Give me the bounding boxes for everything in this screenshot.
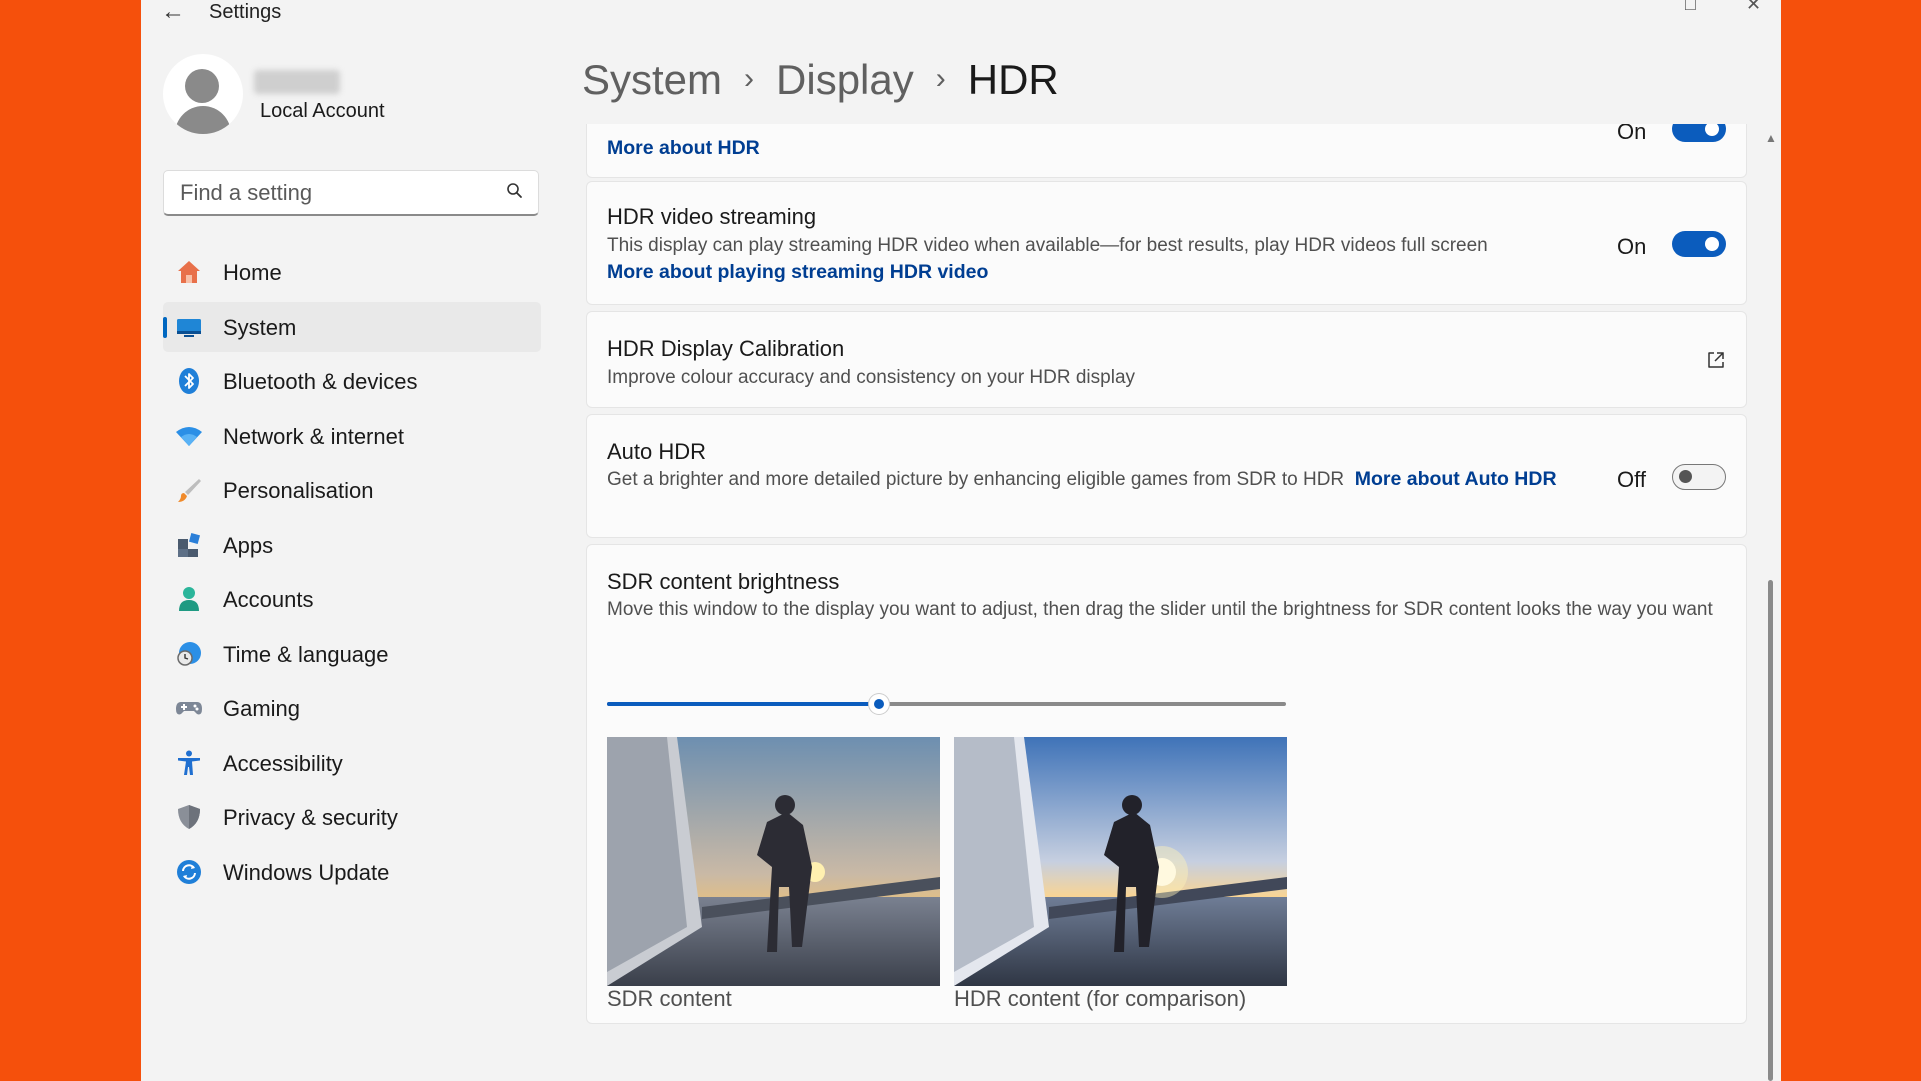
search-box[interactable] — [163, 170, 539, 216]
hdr-video-streaming-card: HDR video streaming This display can pla… — [586, 181, 1747, 305]
title-bar: ← Settings □ ✕ — [141, 0, 1781, 28]
sidebar-item-windows-update[interactable]: Windows Update — [163, 847, 541, 897]
sidebar-item-label: Privacy & security — [223, 805, 398, 830]
scroll-up-icon[interactable]: ▲ — [1765, 131, 1777, 145]
sidebar-item-label: Personalisation — [223, 478, 374, 503]
breadcrumb-display[interactable]: Display — [776, 56, 914, 103]
card-description-wrap: Get a brighter and more detailed picture… — [607, 466, 1607, 493]
sdr-preview-image — [607, 737, 940, 986]
card-description: Improve colour accuracy and consistency … — [607, 367, 1136, 388]
hdr-preview-caption: HDR content (for comparison) — [954, 986, 1247, 1011]
wifi-icon — [176, 426, 202, 446]
card-title: Auto HDR — [607, 439, 707, 464]
sidebar-item-label: Windows Update — [223, 859, 390, 885]
use-hdr-toggle-state: On — [1617, 124, 1647, 144]
sdr-brightness-card: SDR content brightness Move this window … — [586, 544, 1747, 1024]
update-icon — [177, 859, 201, 884]
hdr-video-streaming-toggle[interactable] — [1672, 231, 1726, 257]
content-area: More about HDR On HDR video streaming Th… — [586, 124, 1747, 1081]
apps-icon — [178, 532, 201, 557]
use-hdr-toggle[interactable] — [1672, 124, 1726, 142]
sidebar-item-system[interactable]: System — [163, 301, 541, 352]
sidebar-item-accessibility[interactable]: Accessibility — [163, 738, 541, 788]
chevron-right-icon: › — [744, 62, 755, 95]
clock-globe-icon — [177, 641, 201, 666]
card-title: SDR content brightness — [607, 569, 840, 594]
sidebar-item-label: Apps — [223, 532, 274, 558]
sidebar-item-label: Accessibility — [223, 750, 343, 776]
hdr-calibration-card[interactable]: HDR Display Calibration Improve colour a… — [586, 311, 1747, 408]
streaming-toggle-state: On — [1617, 234, 1647, 259]
sidebar-item-label: Bluetooth & devices — [223, 369, 418, 394]
card-description: This display can play streaming HDR vide… — [607, 235, 1488, 256]
more-about-auto-hdr-link[interactable]: More about Auto HDR — [1355, 468, 1557, 490]
sidebar-item-personalisation[interactable]: Personalisation — [163, 465, 541, 515]
card-title: HDR video streaming — [607, 204, 817, 229]
auto-hdr-toggle-state: Off — [1617, 467, 1646, 492]
sidebar-item-label: Network & internet — [223, 423, 404, 449]
more-about-streaming-hdr-link[interactable]: More about playing streaming HDR video — [607, 261, 988, 284]
sidebar-item-accounts[interactable]: Accounts — [163, 574, 541, 624]
auto-hdr-card: Auto HDR Get a brighter and more detaile… — [586, 414, 1747, 538]
close-icon[interactable]: ✕ — [1746, 0, 1761, 15]
person-icon — [179, 587, 199, 611]
sidebar-nav: Home System Bluetooth & devices Network … — [163, 247, 541, 901]
app-title: Settings — [209, 1, 282, 23]
auto-hdr-toggle[interactable] — [1672, 464, 1726, 490]
slider-fill — [607, 702, 879, 706]
breadcrumb-system[interactable]: System — [582, 56, 722, 103]
bluetooth-icon — [179, 368, 199, 394]
breadcrumb: System › Display › HDR — [582, 56, 1059, 104]
system-icon — [177, 318, 201, 337]
more-about-hdr-link[interactable]: More about HDR — [607, 137, 760, 160]
sdr-brightness-slider[interactable] — [607, 694, 1286, 714]
chevron-right-icon: › — [935, 62, 946, 95]
sidebar-item-label: Gaming — [223, 696, 301, 721]
sidebar-item-gaming[interactable]: Gaming — [163, 683, 541, 733]
sidebar-item-label: Time & language — [223, 641, 389, 667]
sidebar-item-time-language[interactable]: Time & language — [163, 629, 541, 679]
brush-icon — [178, 479, 201, 502]
sdr-preview-caption: SDR content — [607, 986, 732, 1011]
sidebar-item-network[interactable]: Network & internet — [163, 411, 541, 461]
sidebar-item-apps[interactable]: Apps — [163, 520, 541, 570]
sidebar-item-home[interactable]: Home — [163, 247, 541, 297]
home-icon — [178, 261, 200, 283]
external-link-icon[interactable] — [1706, 350, 1726, 370]
scrollbar-thumb[interactable] — [1768, 580, 1773, 1081]
profile-name — [254, 70, 340, 94]
card-description: Move this window to the display you want… — [607, 599, 1713, 620]
use-hdr-card: More about HDR On — [586, 124, 1747, 178]
sidebar-item-label: Accounts — [223, 587, 314, 612]
settings-window: ← Settings □ ✕ Local Account Home — [141, 0, 1781, 1081]
avatar[interactable] — [163, 54, 243, 134]
slider-thumb[interactable] — [868, 694, 889, 714]
accessibility-icon — [178, 750, 200, 775]
sidebar-item-privacy-security[interactable]: Privacy & security — [163, 792, 541, 842]
card-title: HDR Display Calibration — [607, 336, 845, 361]
sidebar-item-label: System — [223, 314, 297, 340]
sidebar-item-label: Home — [223, 260, 282, 285]
maximize-icon[interactable]: □ — [1685, 0, 1696, 15]
account-type: Local Account — [260, 100, 385, 122]
hdr-preview-image — [954, 737, 1287, 986]
search-input[interactable] — [178, 171, 492, 215]
back-arrow-icon[interactable]: ← — [161, 0, 185, 26]
sidebar-item-bluetooth[interactable]: Bluetooth & devices — [163, 356, 541, 406]
page-title: HDR — [967, 56, 1059, 103]
shield-icon — [178, 805, 200, 829]
card-description: Get a brighter and more detailed picture… — [607, 469, 1345, 490]
search-icon[interactable] — [506, 182, 524, 200]
gamepad-icon — [176, 702, 202, 715]
